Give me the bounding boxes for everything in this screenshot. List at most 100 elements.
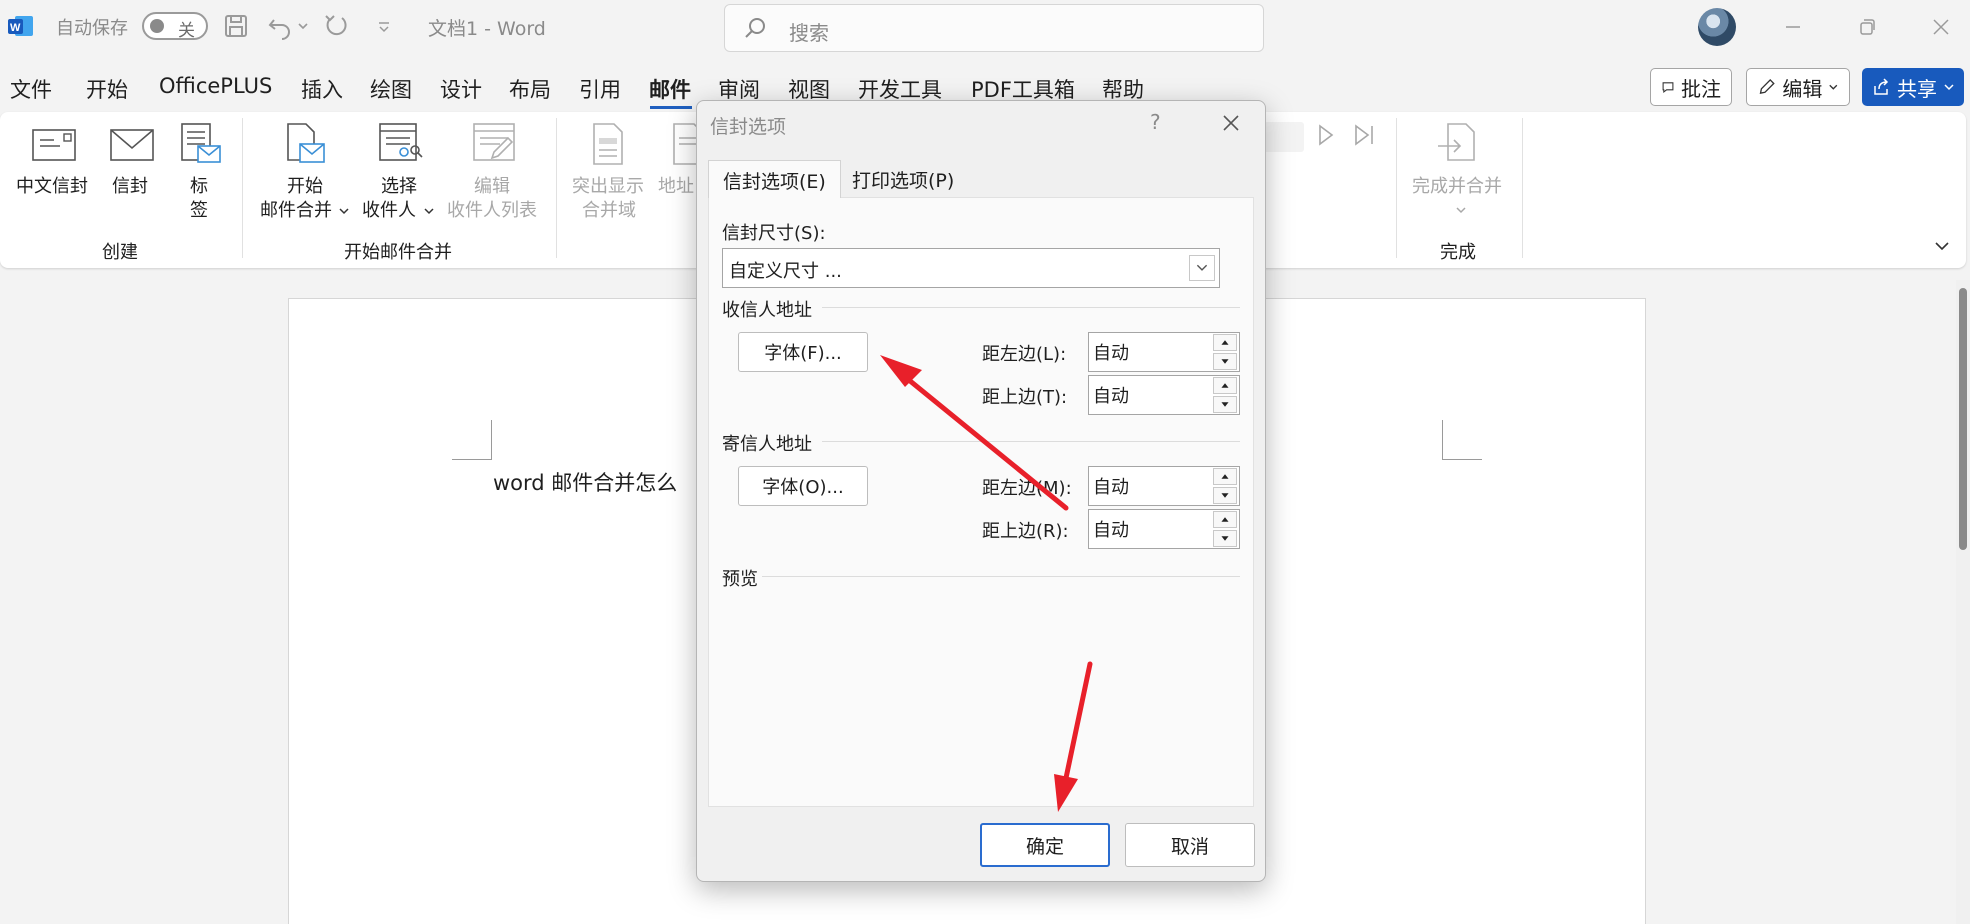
- edit-recipient-list-line2[interactable]: 收件人列表: [447, 199, 537, 222]
- envelope-size-value: 自定义尺寸 ...: [729, 261, 842, 282]
- tab-print-options[interactable]: 打印选项(P): [838, 160, 968, 198]
- spin-up-icon[interactable]: [1213, 334, 1237, 351]
- recipient-font-button[interactable]: 字体(F)...: [738, 332, 868, 372]
- cancel-button[interactable]: 取消: [1125, 823, 1255, 867]
- collapse-ribbon-icon[interactable]: [1932, 236, 1952, 256]
- document-text[interactable]: word 邮件合并怎么: [493, 467, 677, 497]
- chinese-envelope-button[interactable]: 中文信封: [16, 175, 88, 198]
- section-divider: [762, 576, 1240, 577]
- undo-dropdown-icon[interactable]: [297, 20, 309, 32]
- address-block-button[interactable]: 地址: [658, 175, 694, 198]
- sender-left-label: 距左边(M):: [982, 478, 1072, 499]
- user-avatar[interactable]: [1698, 8, 1736, 46]
- autosave-state: 关: [178, 21, 195, 41]
- next-record-icon[interactable]: [1312, 122, 1338, 148]
- spin-down-icon[interactable]: [1213, 487, 1237, 504]
- sender-left-spinner[interactable]: 自动: [1088, 466, 1240, 506]
- spin-down-icon[interactable]: [1213, 530, 1237, 547]
- chevron-down-icon: [424, 208, 434, 215]
- redo-icon[interactable]: [322, 12, 350, 40]
- pencil-icon: [1759, 79, 1775, 95]
- close-window-icon[interactable]: [1926, 12, 1956, 42]
- highlight-merge-fields-line1[interactable]: 突出显示: [572, 175, 644, 198]
- group-label-finish: 完成: [1440, 242, 1476, 263]
- sender-address-section: 寄信人地址: [722, 434, 812, 455]
- menu-insert[interactable]: 插入: [301, 74, 343, 104]
- share-button[interactable]: 共享: [1862, 68, 1964, 106]
- labels-button-line2[interactable]: 签: [190, 199, 208, 222]
- chinese-envelope-icon: [32, 129, 76, 161]
- spin-up-icon[interactable]: [1213, 468, 1237, 485]
- highlight-merge-fields-line2[interactable]: 合并域: [582, 199, 636, 222]
- editing-button[interactable]: 编辑: [1746, 68, 1850, 106]
- recipient-top-label: 距上边(T):: [982, 387, 1068, 408]
- highlight-merge-fields-icon: [593, 123, 623, 165]
- menu-file[interactable]: 文件: [10, 74, 52, 104]
- menu-home[interactable]: 开始: [86, 74, 128, 104]
- recipient-top-value: 自动: [1093, 386, 1129, 407]
- chevron-down-icon: [339, 208, 349, 215]
- labels-button-line1[interactable]: 标: [190, 175, 208, 198]
- group-separator: [1522, 118, 1523, 258]
- autosave-toggle[interactable]: 关: [142, 12, 208, 41]
- menu-references[interactable]: 引用: [579, 74, 621, 104]
- sender-font-button[interactable]: 字体(O)...: [738, 466, 868, 506]
- group-separator: [556, 118, 557, 258]
- dialog-help-button[interactable]: ?: [1150, 110, 1161, 134]
- spin-down-icon[interactable]: [1213, 396, 1237, 413]
- search-icon: [745, 18, 765, 38]
- restore-icon[interactable]: [1852, 12, 1882, 42]
- customize-toolbar-icon[interactable]: [376, 18, 392, 34]
- start-mail-merge-icon: [287, 123, 325, 163]
- start-mail-merge-line1[interactable]: 开始: [287, 175, 323, 198]
- select-recipients-icon: [379, 123, 423, 161]
- spin-up-icon[interactable]: [1213, 377, 1237, 394]
- menu-officeplus[interactable]: OfficePLUS: [159, 74, 272, 98]
- menu-layout[interactable]: 布局: [509, 74, 551, 104]
- document-title: 文档1 - Word: [428, 18, 546, 40]
- finish-merge-button[interactable]: 完成并合并: [1412, 175, 1502, 198]
- start-mail-merge-line2[interactable]: 邮件合并: [260, 199, 332, 222]
- sender-top-spinner[interactable]: 自动: [1088, 509, 1240, 549]
- recipient-left-spinner[interactable]: 自动: [1088, 332, 1240, 372]
- undo-icon[interactable]: [266, 12, 294, 40]
- finish-merge-icon: [1438, 123, 1475, 161]
- sender-top-value: 自动: [1093, 520, 1129, 541]
- save-icon[interactable]: [222, 12, 250, 40]
- envelope-preview[interactable]: [722, 594, 1240, 800]
- envelope-button[interactable]: 信封: [112, 175, 148, 198]
- ok-button[interactable]: 确定: [980, 823, 1110, 867]
- vertical-scrollbar[interactable]: [1956, 280, 1970, 924]
- scrollbar-thumb[interactable]: [1959, 288, 1967, 550]
- group-separator: [1396, 118, 1397, 258]
- spin-up-icon[interactable]: [1213, 511, 1237, 528]
- select-recipients-line2[interactable]: 收件人: [362, 199, 416, 222]
- tab-print-options-label: 打印选项(P): [852, 170, 955, 192]
- menu-design[interactable]: 设计: [440, 74, 482, 104]
- editing-label: 编辑: [1782, 76, 1823, 101]
- margin-corner-mark: [452, 420, 492, 460]
- menu-mailings[interactable]: 邮件: [649, 74, 691, 104]
- group-label-create: 创建: [102, 242, 138, 263]
- section-divider: [822, 307, 1240, 308]
- comments-button[interactable]: 批注: [1650, 68, 1732, 106]
- tab-envelope-options[interactable]: 信封选项(E): [708, 160, 841, 198]
- select-recipients-line1[interactable]: 选择: [381, 175, 417, 198]
- search-box[interactable]: 搜索: [724, 4, 1264, 52]
- comments-label: 批注: [1681, 76, 1721, 101]
- menu-draw[interactable]: 绘图: [370, 74, 412, 104]
- preview-section: 预览: [722, 569, 758, 590]
- close-icon[interactable]: [1218, 110, 1244, 136]
- labels-icon: [181, 123, 221, 163]
- last-record-icon[interactable]: [1350, 122, 1378, 148]
- chevron-down-icon: [1456, 207, 1466, 214]
- edit-recipient-list-line1[interactable]: 编辑: [474, 175, 510, 198]
- minimize-icon[interactable]: [1778, 12, 1808, 42]
- envelope-size-select[interactable]: 自定义尺寸 ...: [722, 248, 1220, 288]
- share-icon: [1874, 78, 1889, 95]
- recipient-top-spinner[interactable]: 自动: [1088, 375, 1240, 415]
- edit-recipient-list-icon: [473, 123, 515, 161]
- autosave-label: 自动保存: [56, 18, 128, 39]
- spin-down-icon[interactable]: [1213, 353, 1237, 370]
- margin-corner-mark: [1442, 420, 1482, 460]
